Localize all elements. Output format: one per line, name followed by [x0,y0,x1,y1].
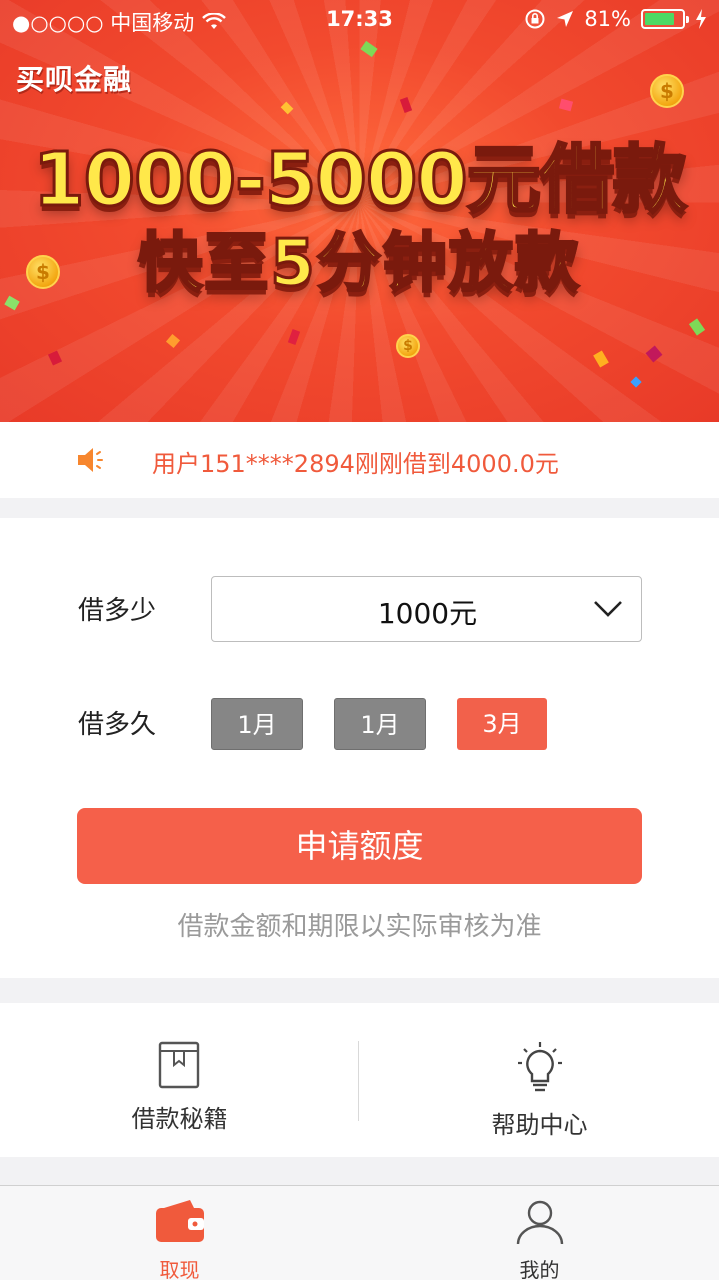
disclaimer-note: 借款金额和期限以实际审核为准 [177,912,542,942]
divider [358,1041,359,1121]
term-option-3-selected[interactable]: 3月 [457,698,547,750]
tab-withdraw-label: 取现 [159,1258,200,1280]
rotation-lock-icon [525,9,545,29]
tab-mine[interactable]: 我的 [360,1186,719,1280]
help-center-label: 帮助中心 [491,1111,588,1139]
chevron-down-icon [594,601,622,617]
tab-mine-label: 我的 [519,1258,560,1280]
promo-banner[interactable]: $ $ $ 买呗金融 1000-5000元借款 快至5分钟放款 [0,0,719,422]
tab-bar: 取现 我的 [0,1185,719,1280]
tab-withdraw[interactable]: 取现 [0,1186,359,1280]
amount-label: 借多少 [78,596,157,626]
charging-bolt-icon [696,9,706,29]
wallet-icon [155,1200,204,1242]
ticker-message: 用户151****2894刚刚借到4000.0元 [152,450,559,478]
term-option-2[interactable]: 1月 [334,698,426,750]
announcement-ticker: 用户151****2894刚刚借到4000.0元 [0,422,719,498]
book-icon [158,1041,199,1089]
amount-value: 1000元 [377,597,478,630]
amount-select[interactable]: 1000元 [211,576,642,642]
status-bar: ●○○○○ 中国移动 17:33 81% [0,0,719,40]
apply-quota-button[interactable]: 申请额度 [77,808,642,884]
speaker-icon [78,448,103,472]
coin-icon: $ [650,74,684,108]
location-arrow-icon [557,11,574,27]
banner-headline: 1000-5000元借款 [32,136,689,225]
term-label: 借多久 [78,710,157,740]
help-center-link[interactable]: 帮助中心 [360,1003,719,1157]
coin-icon: $ [396,334,420,358]
term-option-1[interactable]: 1月 [211,698,303,750]
user-icon [516,1200,563,1245]
battery-percent: 81% [584,7,631,31]
quick-links: 借款秘籍 帮助中心 [0,1003,719,1157]
loan-tips-link[interactable]: 借款秘籍 [0,1003,359,1157]
lightbulb-icon [517,1042,562,1092]
battery-icon [641,9,689,29]
loan-tips-label: 借款秘籍 [131,1105,228,1133]
loan-form: 借多少 1000元 借多久 1月 1月 3月 申请额度 借款金额和期限以实际审核… [0,518,719,978]
banner-subheadline: 快至5分钟放款 [137,226,581,303]
brand-logo: 买呗金融 [16,63,133,96]
